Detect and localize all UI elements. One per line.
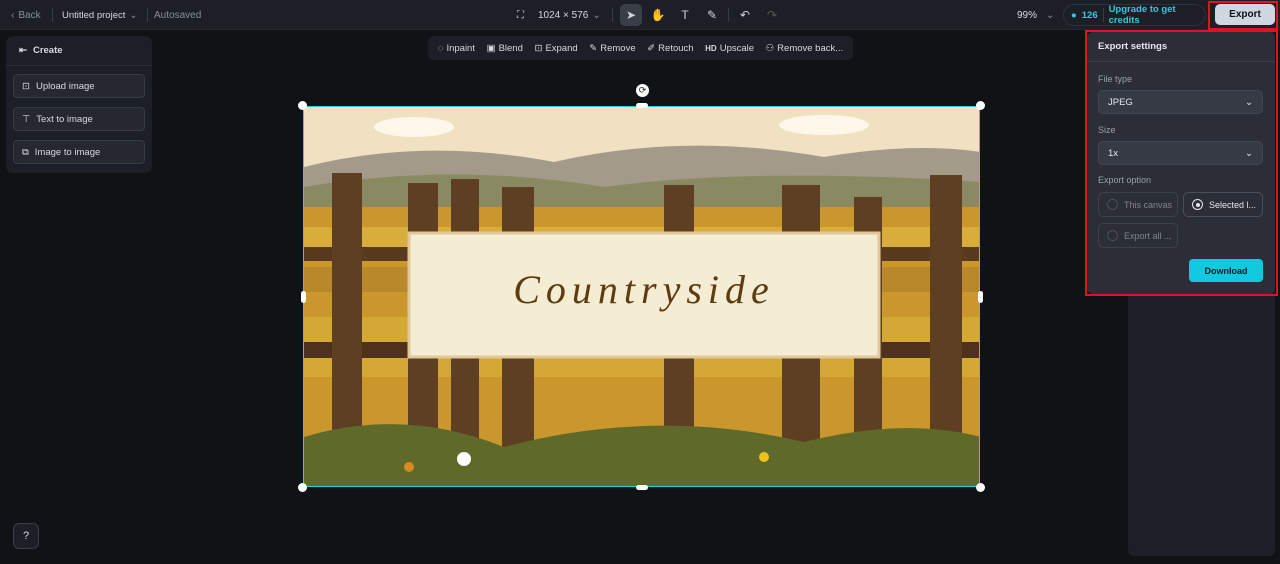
create-panel: ⇤ Create ⊡ Upload image ⊤ Text to image ⧉ Im…: [6, 36, 152, 173]
image-to-image-button[interactable]: ⧉ Image to image: [13, 140, 145, 164]
divider: [147, 8, 148, 22]
export-button[interactable]: Export: [1215, 4, 1275, 25]
inpaint-button[interactable]: ◌ Inpaint: [438, 43, 475, 54]
zoom-dropdown[interactable]: 99% ⌄: [1017, 0, 1054, 30]
image-title-text: Countryside: [513, 267, 775, 312]
rotate-handle[interactable]: ⟳: [636, 84, 649, 97]
help-button[interactable]: ?: [13, 523, 39, 549]
canvas-size: 1024 × 576: [538, 9, 589, 21]
remove-background-button[interactable]: ⚇ Remove back...: [766, 43, 844, 54]
collapse-icon: ⇤: [19, 45, 27, 56]
zoom-level: 99%: [1017, 9, 1038, 21]
text-icon[interactable]: T: [674, 4, 696, 26]
chevron-down-icon: ⌄: [592, 9, 601, 21]
resize-handle-bottom-left[interactable]: [298, 483, 307, 492]
remove-background-icon: ⚇: [765, 42, 775, 54]
resize-handle-right[interactable]: [978, 291, 983, 303]
highlight-box: [1085, 30, 1278, 296]
eraser-icon: ✎: [589, 42, 598, 54]
undo-icon[interactable]: ↶: [734, 4, 756, 26]
divider: [6, 65, 152, 66]
hd-icon: HD: [705, 43, 717, 53]
blend-button[interactable]: ▣ Blend: [487, 43, 523, 54]
canvas-size-dropdown[interactable]: ⛶ 1024 × 576 ⌄: [517, 0, 601, 30]
help-icon: ?: [22, 530, 30, 542]
countryside-illustration: Countryside: [304, 107, 979, 486]
divider: [1102, 8, 1104, 22]
credits-badge[interactable]: ● 126 Upgrade to get credits: [1063, 4, 1206, 26]
label: Expand: [545, 42, 578, 54]
resize-handle-left[interactable]: [301, 291, 306, 303]
resize-handle-top-left[interactable]: [298, 101, 307, 110]
label: Inpaint: [446, 42, 475, 54]
divider: [52, 8, 53, 22]
label: Blend: [498, 42, 523, 54]
text-to-image-icon: ⊤: [22, 113, 31, 125]
canvas-image[interactable]: Countryside: [303, 106, 980, 487]
upload-image-button[interactable]: ⊡ Upload image: [13, 74, 145, 98]
button-label: Upload image: [35, 80, 95, 92]
resize-handle-top-right[interactable]: [976, 101, 985, 110]
upscale-button[interactable]: HD Upscale: [705, 43, 754, 54]
inpaint-icon: ◌: [437, 42, 444, 54]
resize-icon: ⛶: [517, 9, 524, 21]
back-label: Back: [18, 9, 41, 21]
expand-button[interactable]: ⊡ Expand: [534, 43, 577, 54]
button-label: Image to image: [34, 146, 101, 158]
hand-icon[interactable]: ✋: [647, 4, 669, 26]
chevron-down-icon: ⌄: [129, 9, 138, 21]
brush-icon[interactable]: ✎: [701, 4, 723, 26]
divider: [728, 8, 729, 22]
blend-icon: ▣: [486, 42, 496, 54]
chevron-down-icon: ⌄: [1046, 9, 1055, 21]
credits-count: 126: [1081, 9, 1098, 21]
upgrade-link[interactable]: Upgrade to get credits: [1109, 4, 1205, 26]
remove-button[interactable]: ✎ Remove: [589, 43, 635, 54]
label: Remove back...: [777, 42, 844, 54]
project-name: Untitled project: [62, 9, 126, 21]
image-tools-toolbar: ◌ Inpaint ▣ Blend ⊡ Expand ✎ Remove ✐ Retouch…: [428, 36, 853, 60]
resize-handle-top[interactable]: [636, 103, 648, 108]
image-to-image-icon: ⧉: [22, 146, 29, 158]
label: Upscale: [719, 42, 755, 54]
retouch-icon: ✐: [647, 42, 656, 54]
resize-handle-bottom[interactable]: [636, 485, 648, 490]
expand-icon: ⊡: [534, 42, 543, 54]
retouch-button[interactable]: ✐ Retouch: [647, 43, 693, 54]
label: Remove: [600, 42, 636, 54]
create-header[interactable]: ⇤ Create: [19, 45, 63, 56]
button-label: Text to image: [36, 113, 93, 125]
upload-image-icon: ⊡: [22, 80, 30, 92]
resize-handle-bottom-right[interactable]: [976, 483, 985, 492]
redo-icon[interactable]: ↷: [761, 4, 783, 26]
label: Retouch: [658, 42, 694, 54]
back-button[interactable]: ‹ Back: [11, 0, 41, 30]
create-title: Create: [32, 45, 63, 56]
text-to-image-button[interactable]: ⊤ Text to image: [13, 107, 145, 131]
credits-icon: ●: [1071, 9, 1077, 21]
project-name-dropdown[interactable]: Untitled project ⌄: [62, 0, 137, 30]
autosaved-status: Autosaved: [154, 9, 202, 21]
select-icon[interactable]: ➤: [620, 4, 642, 26]
divider: [612, 8, 613, 22]
